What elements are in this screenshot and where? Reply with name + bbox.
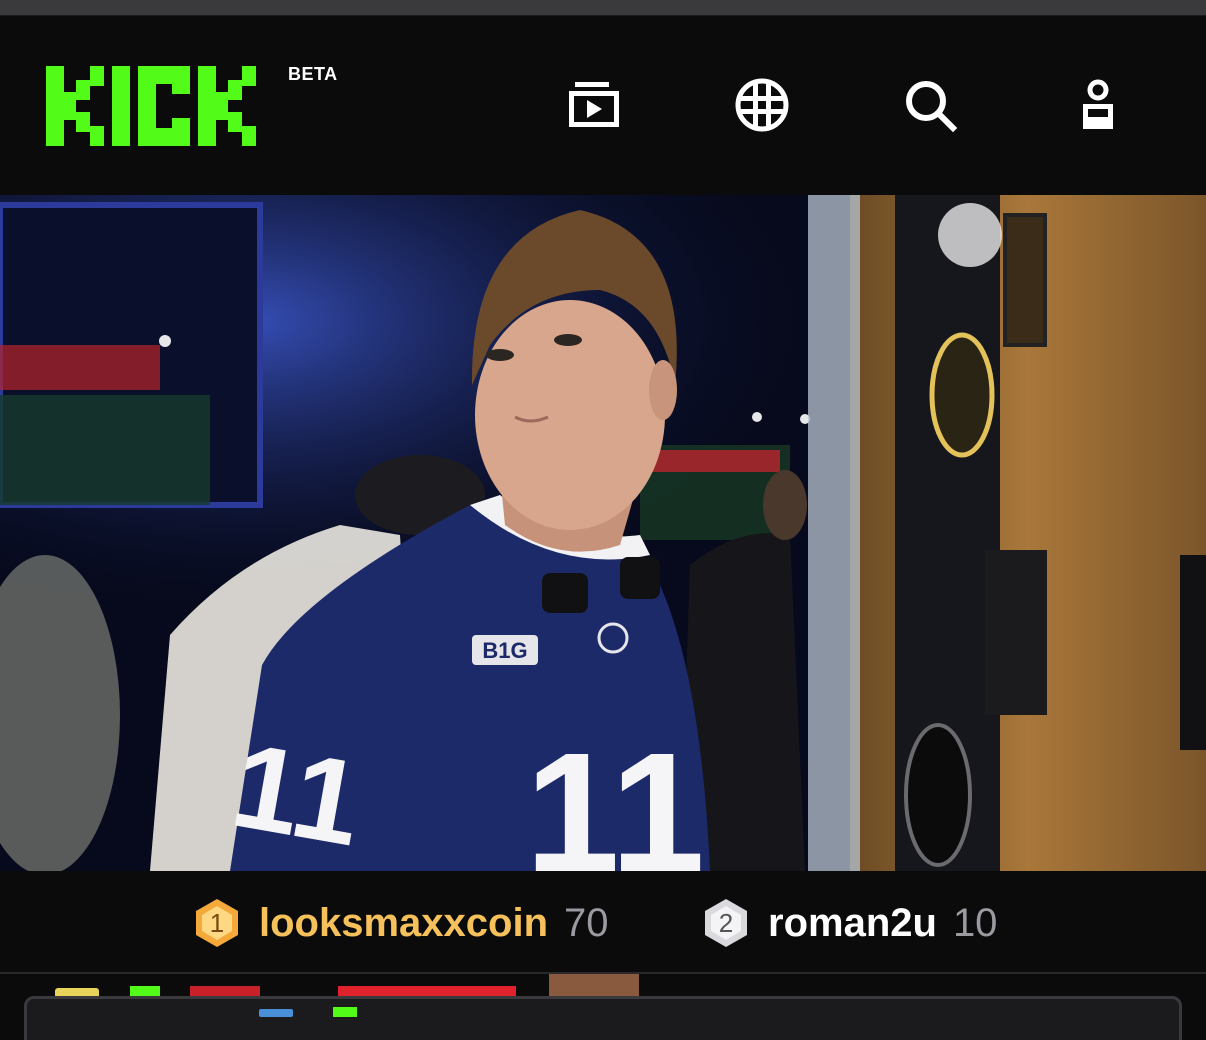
chat-popup-panel[interactable] <box>24 996 1182 1040</box>
leaderboard-username[interactable]: roman2u <box>768 897 937 949</box>
chat-area <box>0 974 1206 1040</box>
svg-text:2: 2 <box>719 908 733 938</box>
svg-text:11: 11 <box>223 718 371 871</box>
search-button[interactable] <box>899 74 961 136</box>
leaderboard-entry-2[interactable]: 2 roman2u 10 <box>700 897 997 949</box>
video-player[interactable]: B1G 11 11 <box>0 195 1206 871</box>
status-strip <box>0 0 1206 16</box>
chat-username[interactable] <box>190 986 260 996</box>
leaderboard-score: 70 <box>564 901 609 945</box>
svg-text:B1G: B1G <box>482 638 527 663</box>
browse-button[interactable] <box>731 74 793 136</box>
jersey-number: 11 <box>525 718 705 871</box>
svg-text:1: 1 <box>210 908 224 938</box>
following-icon <box>569 82 619 127</box>
lavalier-mic <box>542 573 588 613</box>
chat-username[interactable] <box>338 986 516 996</box>
leaderboard-score: 10 <box>952 901 998 945</box>
profile-button[interactable] <box>1067 74 1129 136</box>
beta-badge: BETA <box>288 64 338 84</box>
profile-icon <box>1083 79 1113 129</box>
top-navbar: BETA <box>0 16 1206 195</box>
chat-emote <box>549 974 639 998</box>
gifter-leaderboard: 1 looksmaxxcoin 70 2 roman2u 10 <box>0 871 1206 974</box>
stream-frame: B1G 11 11 <box>0 195 1206 871</box>
following-button[interactable] <box>563 74 625 136</box>
leaderboard-username[interactable]: looksmaxxcoin <box>259 897 548 949</box>
neon-sign <box>0 345 160 390</box>
chat-icon <box>259 1009 293 1017</box>
silver-rank-badge-icon: 2 <box>705 899 747 947</box>
chat-icon <box>333 1007 357 1017</box>
leaderboard-entry-1[interactable]: 1 looksmaxxcoin 70 <box>191 897 609 949</box>
search-icon <box>906 81 958 133</box>
gold-rank-badge-icon: 1 <box>196 899 238 947</box>
kick-logo-icon <box>46 66 256 146</box>
browse-icon <box>735 78 789 132</box>
kick-logo[interactable] <box>46 66 286 146</box>
